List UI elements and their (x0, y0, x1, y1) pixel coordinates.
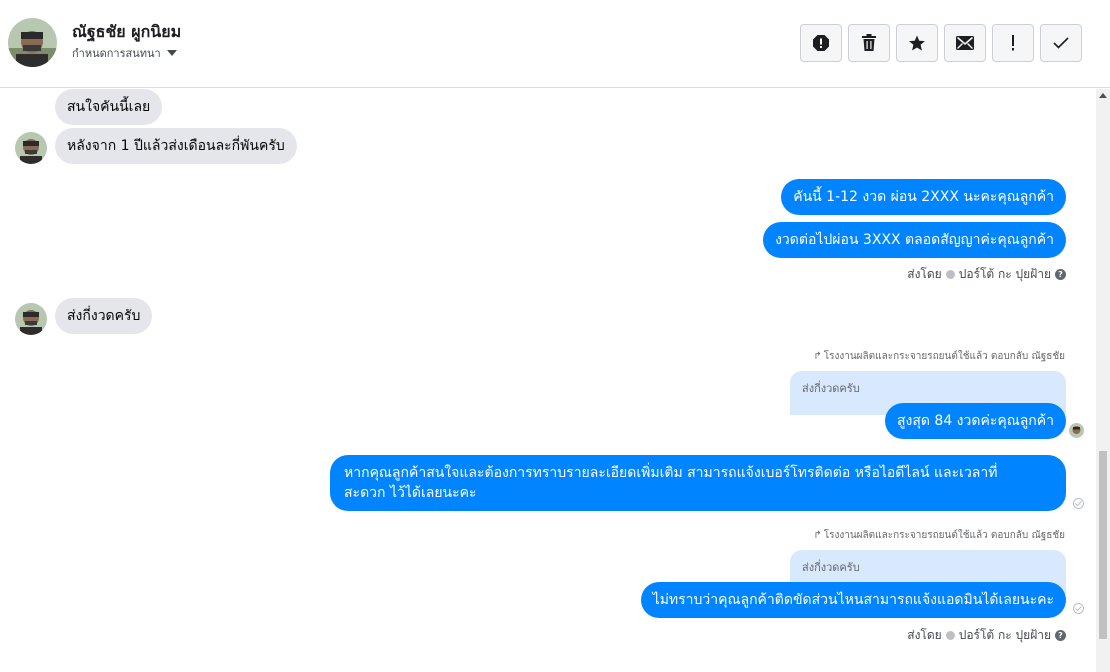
star-icon (909, 35, 925, 51)
sender-name: ปอร์โต้ กะ ปุยฝ้าย (958, 267, 1051, 281)
outgoing-message: คันนี้ 1-12 งวด ผ่อน 2XXX นะคะคุณลูกค้า (781, 179, 1066, 215)
incoming-message: สนใจคันนี้เลย (55, 89, 163, 125)
important-button[interactable] (992, 24, 1034, 62)
delete-button[interactable] (848, 24, 890, 62)
caret-down-icon (166, 50, 177, 56)
action-toolbar (800, 24, 1082, 62)
avatar (15, 132, 47, 164)
outgoing-message: สูงสุด 84 งวดค่ะคุณลูกค้า (884, 403, 1066, 439)
incoming-message: หลังจาก 1 ปีแล้วส่งเดือนละกี่พันครับ (55, 128, 297, 164)
trash-icon (862, 34, 876, 51)
sent-by-info: ส่งโดย ปอร์โต้ กะ ปุยฝ้าย ? (907, 265, 1066, 284)
avatar[interactable] (8, 18, 57, 67)
mark-done-button[interactable] (1040, 24, 1082, 62)
verified-icon (945, 270, 955, 279)
message-line: สะดวก ไว้ได้เลยนะคะ (344, 485, 477, 501)
reply-note: ↱ โรงงานผลิตและกระจายรถยนต์ใช้แล้ว ตอบกล… (813, 528, 1065, 543)
outgoing-message: หากคุณลูกค้าสนใจและต้องการทราบรายละเอียด… (330, 455, 1066, 511)
spam-report-button[interactable] (800, 24, 842, 62)
scrollbar[interactable] (1096, 89, 1110, 672)
star-button[interactable] (896, 24, 938, 62)
conversation-header: ณัฐธชัย ผูกนิยม กำหนดการสนทนา (0, 0, 1110, 88)
sender-name: ปอร์โต้ กะ ปุยฝ้าย (958, 628, 1051, 642)
outgoing-message: ไม่ทราบว่าคุณลูกค้าติดขัดส่วนไหนสามารถแจ… (640, 582, 1066, 618)
seen-avatar (1069, 423, 1084, 438)
reply-note-text: โรงงานผลิตและกระจายรถยนต์ใช้แล้ว ตอบกลับ… (823, 530, 1065, 541)
sent-by-info: ส่งโดย ปอร์โต้ กะ ปุยฝ้าย ? (907, 626, 1066, 645)
reply-arrow-icon: ↱ (813, 530, 822, 541)
scroll-up-arrow-icon[interactable] (1099, 93, 1107, 98)
alert-octagon-icon (813, 35, 829, 51)
checkmark-icon (1053, 37, 1069, 49)
help-icon[interactable]: ? (1055, 630, 1066, 641)
reply-arrow-icon: ↱ (813, 351, 822, 362)
reply-note-text: โรงงานผลิตและกระจายรถยนต์ใช้แล้ว ตอบกลับ… (823, 351, 1065, 362)
incoming-message: ส่งกี่งวดครับ (55, 298, 153, 334)
sent-by-label: ส่งโดย (907, 267, 942, 281)
conversation-label-dropdown[interactable]: กำหนดการสนทนา (72, 44, 177, 62)
delivered-check-icon (1073, 603, 1084, 614)
conversation-label: กำหนดการสนทนา (72, 47, 161, 60)
reply-note: ↱ โรงงานผลิตและกระจายรถยนต์ใช้แล้ว ตอบกล… (813, 349, 1065, 364)
message-thread[interactable]: สนใจคันนี้เลย หลังจาก 1 ปีแล้วส่งเดือนละ… (0, 89, 1096, 672)
mark-unread-button[interactable] (944, 24, 986, 62)
delivered-check-icon (1073, 498, 1084, 509)
envelope-icon (956, 36, 974, 50)
exclamation-icon (1012, 35, 1014, 51)
message-line: หากคุณลูกค้าสนใจและต้องการทราบรายละเอียด… (344, 465, 998, 481)
scrollbar-thumb[interactable] (1099, 451, 1107, 639)
outgoing-message: งวดต่อไปผ่อน 3XXX ตลอดสัญญาค่ะคุณลูกค้า (763, 222, 1066, 258)
verified-icon (945, 631, 955, 640)
sent-by-label: ส่งโดย (907, 628, 942, 642)
help-icon[interactable]: ? (1055, 269, 1066, 280)
avatar (15, 303, 47, 335)
contact-name: ณัฐธชัย ผูกนิยม (72, 22, 182, 41)
